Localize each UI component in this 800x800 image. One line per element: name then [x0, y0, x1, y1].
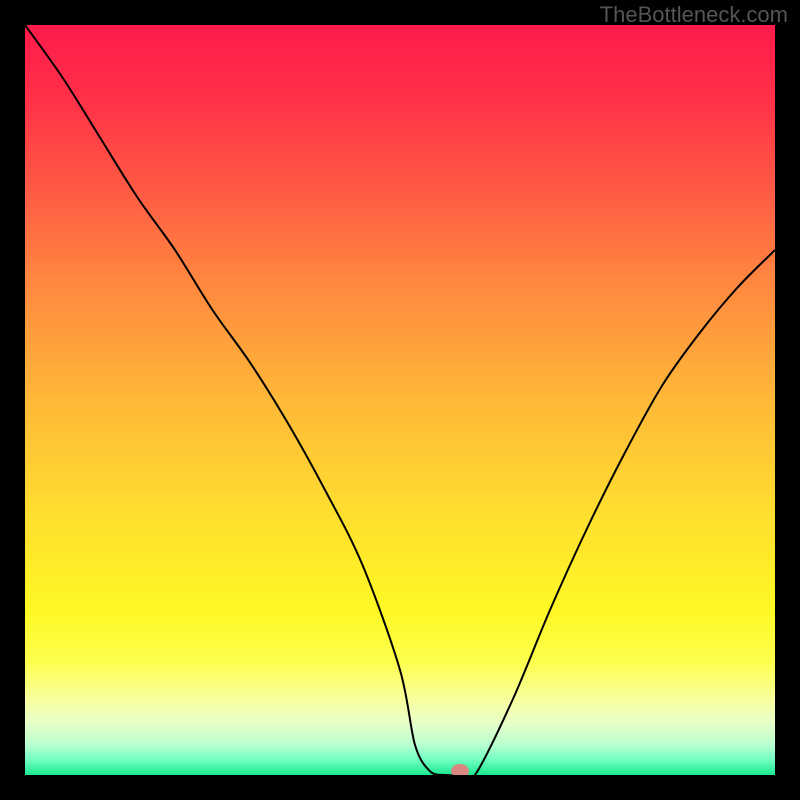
bottleneck-chart	[25, 25, 775, 775]
chart-background	[25, 25, 775, 775]
watermark-text: TheBottleneck.com	[600, 2, 788, 28]
